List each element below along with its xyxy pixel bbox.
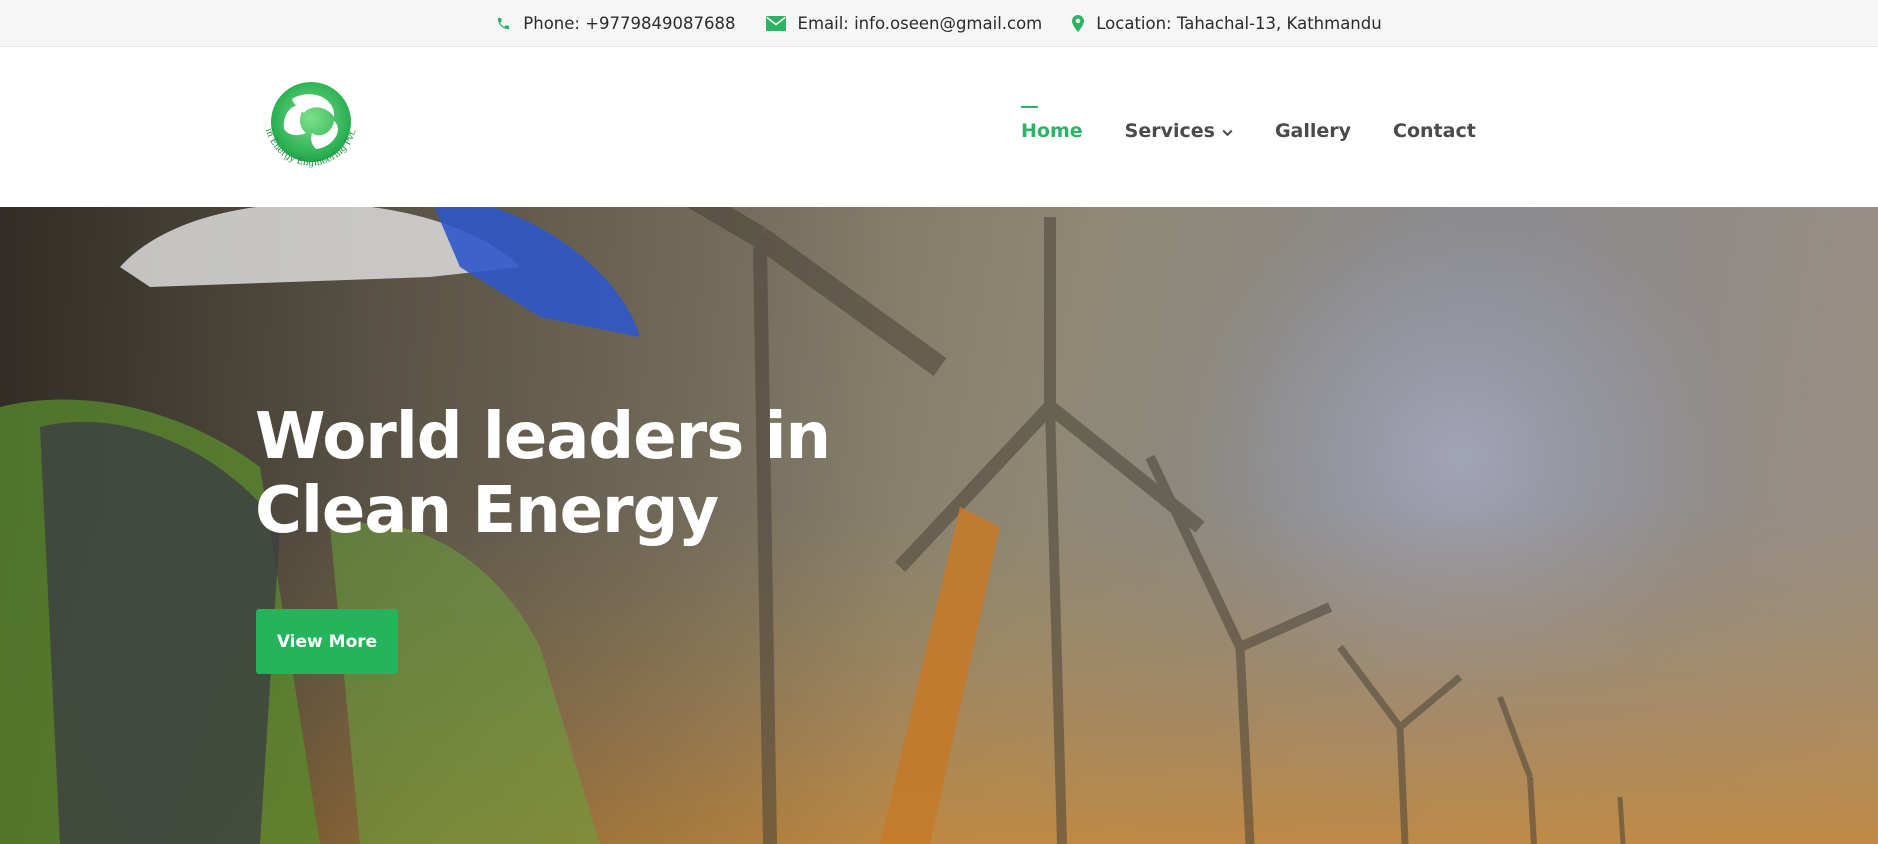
active-indicator	[1021, 106, 1038, 108]
nav-gallery[interactable]: Gallery	[1275, 120, 1351, 142]
map-marker-icon	[1072, 15, 1085, 32]
nav-gallery-label: Gallery	[1274, 120, 1352, 142]
location-text: Location: Tahachal-13, Kathmandu	[1096, 14, 1382, 33]
phone-text: Phone: +9779849087688	[523, 14, 736, 33]
envelope-icon	[765, 16, 786, 31]
contact-email[interactable]: Email: info.oseen@gmail.com	[765, 14, 1043, 33]
nav-home[interactable]: Home	[1021, 106, 1083, 142]
top-contact-bar: Phone: +9779849087688 Email: info.oseen@…	[0, 0, 1878, 47]
view-more-button[interactable]: View More	[256, 609, 398, 674]
hero-headline-line1: World leaders in	[255, 400, 831, 474]
main-navigation: Home Services Gallery Contact	[1021, 101, 1476, 161]
nav-services-label: Services	[1124, 120, 1215, 142]
company-logo[interactable]: Oshin Energy Engineering Pvt. Ltd	[250, 70, 368, 181]
nav-services[interactable]: Services	[1125, 120, 1233, 142]
chevron-down-icon	[1222, 120, 1233, 142]
nav-contact[interactable]: Contact	[1393, 120, 1476, 142]
nav-contact-label: Contact	[1393, 120, 1476, 142]
contact-location[interactable]: Location: Tahachal-13, Kathmandu	[1072, 14, 1382, 33]
hero-headline-line2: Clean Energy	[255, 474, 719, 548]
email-text: Email: info.oseen@gmail.com	[797, 14, 1043, 33]
phone-icon	[496, 16, 511, 31]
hero-banner: World leaders in Clean Energy View More	[0, 207, 1878, 844]
nav-home-label: Home	[1021, 120, 1083, 142]
contact-phone[interactable]: Phone: +9779849087688	[496, 14, 736, 33]
hero-headline: World leaders in Clean Energy	[255, 400, 875, 548]
site-header: Oshin Energy Engineering Pvt. Ltd Home S…	[0, 47, 1878, 207]
